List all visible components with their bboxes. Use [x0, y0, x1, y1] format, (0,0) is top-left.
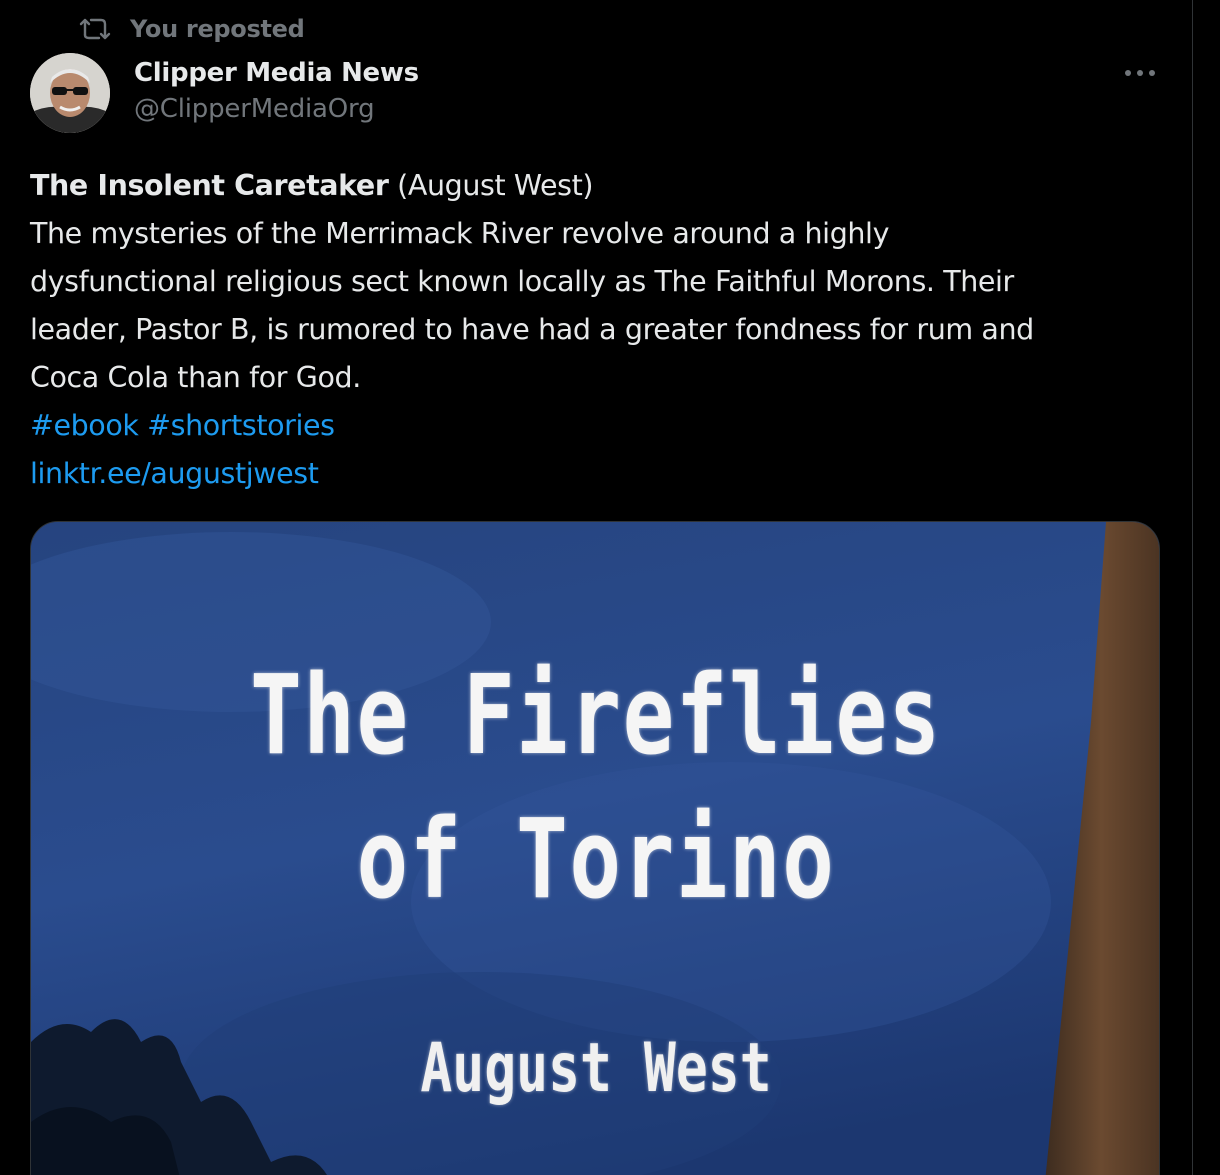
media-image[interactable]: The Fireflies of Torino August West — [30, 521, 1160, 1175]
tweet-title-suffix: (August West) — [388, 169, 594, 202]
repost-icon — [78, 16, 112, 42]
external-link[interactable]: linktr.ee/augustjwest — [30, 457, 319, 490]
hashtag-shortstories[interactable]: #shortstories — [147, 409, 335, 442]
author-info: Clipper Media News @ClipperMediaOrg — [134, 56, 419, 128]
repost-indicator: You reposted — [78, 12, 305, 46]
hashtag-ebook[interactable]: #ebook — [30, 409, 139, 442]
link-line: linktr.ee/augustjwest — [30, 450, 1165, 498]
tweet-body-line: Coca Cola than for God. — [30, 361, 361, 394]
author-handle[interactable]: @ClipperMediaOrg — [134, 90, 419, 128]
tweet-body-line: The mysteries of the Merrimack River rev… — [30, 217, 890, 250]
hashtags-line: #ebook #shortstories — [30, 402, 1165, 450]
repost-label[interactable]: You reposted — [130, 15, 305, 43]
author-name[interactable]: Clipper Media News — [134, 56, 419, 90]
tweet-body-line: leader, Pastor B, is rumored to have had… — [30, 313, 1034, 346]
cover-title-line-1: The Fireflies — [250, 651, 942, 779]
tweet-text: The Insolent Caretaker (August West) The… — [30, 162, 1165, 498]
tweet-title: The Insolent Caretaker — [30, 169, 389, 202]
cover-title-line-2: of Torino — [356, 795, 836, 923]
timeline-border — [1192, 0, 1193, 1175]
cover-author: August West — [420, 1029, 772, 1108]
more-horizontal-icon — [1123, 68, 1157, 78]
avatar[interactable] — [30, 53, 110, 133]
tweet-body-line: dysfunctional religious sect known local… — [30, 265, 1014, 298]
more-button[interactable] — [1118, 56, 1162, 90]
tweet-title-line: The Insolent Caretaker (August West) — [30, 162, 1165, 210]
